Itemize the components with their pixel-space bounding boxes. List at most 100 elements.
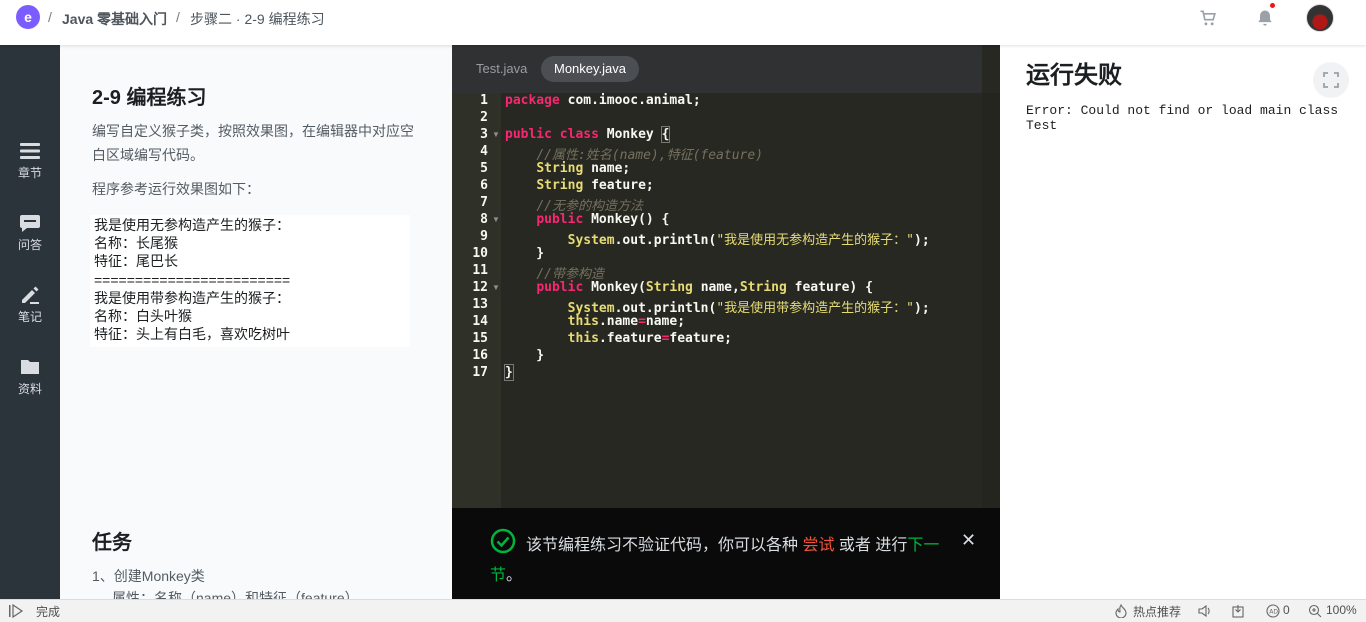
logo-icon[interactable]: e	[16, 5, 40, 29]
code-line[interactable]: System.out.println("我是使用无参构造产生的猴子：");	[505, 229, 930, 248]
adblock-icon[interactable]: AD	[1266, 604, 1280, 618]
notice-text: 该节编程练习不验证代码，你可以各种 尝试 或者 进行下一	[526, 531, 946, 561]
line-number: 5	[480, 161, 488, 176]
code-line[interactable]: String name;	[505, 161, 630, 176]
line-number: 6	[480, 178, 488, 193]
svg-text:AD: AD	[1269, 609, 1278, 616]
breadcrumb-lesson: 步骤二 · 2-9 编程练习	[190, 11, 325, 27]
try-link[interactable]: 尝试	[802, 537, 834, 554]
code-line[interactable]: this.name=name;	[505, 314, 685, 329]
notice-period: 。	[506, 567, 523, 584]
task-item: 1、创建Monkey类	[92, 568, 205, 584]
line-number: 11	[472, 263, 488, 278]
fire-icon[interactable]	[1114, 604, 1128, 618]
line-number: 9	[480, 229, 488, 244]
result-title: 运行失败	[1026, 62, 1122, 89]
code-line[interactable]: }	[504, 364, 514, 381]
chat-icon	[20, 215, 40, 232]
next-section-link[interactable]: 下一	[907, 537, 939, 554]
line-number: 12	[472, 280, 488, 295]
notification-dot	[1270, 3, 1275, 8]
code-line[interactable]: }	[505, 348, 544, 363]
breadcrumb-separator: /	[176, 9, 180, 25]
breadcrumb-separator: /	[48, 9, 52, 25]
check-circle-icon	[490, 528, 516, 554]
cart-icon[interactable]	[1198, 8, 1218, 28]
folder-icon	[21, 360, 39, 374]
notice-banner: 该节编程练习不验证代码，你可以各种 尝试 或者 进行下一 节。 ✕	[452, 508, 1000, 599]
exercise-description: 2-9 编程练习 编写自定义猴子类，按照效果图，在编辑器中对应空白区域编写代码。…	[60, 45, 452, 599]
sample-line: 名称：白头叶猴	[94, 308, 192, 325]
code-line[interactable]: this.feature=feature;	[505, 331, 732, 346]
line-number: 16	[472, 348, 488, 363]
close-icon[interactable]: ✕	[961, 530, 976, 551]
nav-label: 章节	[17, 166, 42, 180]
editor-tabs: Test.java Monkey.java	[452, 45, 982, 93]
line-number: 17	[472, 365, 488, 380]
line-number: 15	[472, 331, 488, 346]
nav-qa[interactable]: 问答	[0, 213, 60, 273]
adblock-count: 0	[1283, 603, 1290, 617]
pencil-icon	[22, 286, 39, 304]
code-line[interactable]: String feature;	[505, 178, 653, 193]
download-icon[interactable]	[1231, 604, 1245, 618]
code-line[interactable]: public class Monkey {	[505, 126, 671, 143]
notice-text-middle: 或者 进行	[834, 537, 908, 554]
nav-label: 问答	[17, 238, 42, 252]
next-section-link-continued[interactable]: 节	[490, 567, 506, 584]
line-number: 14	[472, 314, 488, 329]
exercise-intro: 编写自定义猴子类，按照效果图，在编辑器中对应空白区域编写代码。	[92, 123, 414, 163]
sample-line: ========================	[94, 271, 291, 288]
code-line[interactable]: public Monkey() {	[505, 212, 669, 227]
status-text: 完成	[36, 605, 61, 619]
line-number: 3	[480, 127, 488, 142]
fullscreen-button[interactable]	[1313, 62, 1349, 98]
notice-line-2: 节。	[490, 561, 522, 585]
tab-monkey-java[interactable]: Monkey.java	[541, 56, 640, 82]
sample-line: 我是使用无参构造产生的猴子：	[94, 217, 290, 233]
top-bar: e / Java 零基础入门 / 步骤二 · 2-9 编程练习	[0, 0, 1366, 45]
sample-line: 特征：尾巴长	[94, 253, 178, 270]
code-line[interactable]: package com.imooc.animal;	[505, 93, 701, 108]
fold-arrow-icon[interactable]: ▼	[492, 130, 500, 139]
nav-materials[interactable]: 资料	[0, 357, 60, 417]
breadcrumb-course[interactable]: Java 零基础入门	[62, 9, 167, 29]
fold-arrow-icon[interactable]: ▼	[492, 283, 500, 292]
left-nav: 章节 问答 笔记 资料	[0, 45, 60, 599]
nav-label: 资料	[17, 382, 42, 396]
fold-arrow-icon[interactable]: ▼	[492, 215, 500, 224]
line-number: 10	[472, 246, 488, 261]
run-result-panel: 运行失败 Error: Could not find or load main …	[1000, 45, 1366, 599]
speaker-icon[interactable]	[1197, 604, 1213, 618]
status-bar: 完成 热点推荐 AD 0 100%	[0, 599, 1366, 622]
bell-icon[interactable]	[1255, 8, 1275, 28]
sample-line: 特征：头上有白毛，喜欢吃树叶	[94, 326, 290, 343]
nav-notes[interactable]: 笔记	[0, 285, 60, 345]
editor-scrollbar[interactable]	[982, 93, 1000, 556]
zoom-level[interactable]: 100%	[1326, 603, 1357, 617]
sample-output: 我是使用无参构造产生的猴子： 名称：长尾猴 特征：尾巴长 ===========…	[90, 215, 410, 347]
tab-test-java[interactable]: Test.java	[463, 56, 540, 82]
line-number: 13	[472, 297, 488, 312]
list-icon	[20, 143, 40, 159]
line-number: 2	[480, 110, 488, 125]
exercise-title: 2-9 编程练习	[92, 87, 207, 109]
sample-line: 我是使用带参构造产生的猴子：	[94, 289, 290, 306]
zoom-icon[interactable]	[1308, 604, 1322, 618]
code-line[interactable]: }	[505, 246, 544, 261]
error-message: Error: Could not find or load main class…	[1026, 103, 1339, 133]
line-number: 7	[480, 195, 488, 210]
nav-chapters[interactable]: 章节	[0, 141, 60, 201]
task-title: 任务	[92, 532, 132, 554]
line-number: 1	[480, 93, 488, 108]
sidebar-toggle-icon[interactable]	[8, 604, 24, 618]
sample-line: 名称：长尾猴	[94, 235, 178, 252]
sample-caption: 程序参考运行效果图如下：	[92, 181, 260, 197]
notice-text-before: 该节编程练习不验证代码，你可以各种	[526, 537, 803, 554]
line-number: 8	[480, 212, 488, 227]
hot-recommend[interactable]: 热点推荐	[1133, 603, 1181, 620]
code-line[interactable]: public Monkey(String name,String feature…	[505, 280, 873, 295]
nav-label: 笔记	[17, 310, 42, 324]
fullscreen-icon	[1323, 72, 1339, 88]
avatar[interactable]	[1306, 4, 1334, 32]
